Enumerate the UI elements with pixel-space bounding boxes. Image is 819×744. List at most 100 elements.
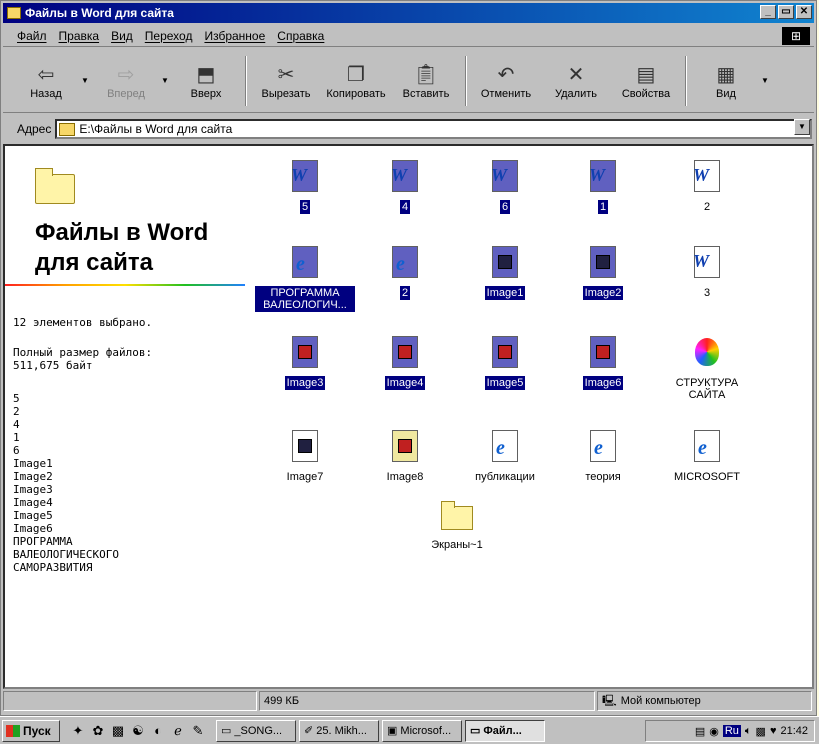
folder-icon: ▭	[470, 725, 481, 737]
undo-button[interactable]: ↶ Отменить	[471, 53, 541, 109]
start-button[interactable]: Пуск	[2, 719, 60, 742]
menu-go[interactable]: Переход	[145, 29, 193, 43]
tray-icon[interactable]: ▤	[695, 725, 705, 738]
file-item[interactable]: e ПРОГРАММА ВАЛЕОЛОГИЧ...	[255, 244, 355, 312]
file-item[interactable]: Image5	[455, 334, 555, 390]
menu-view[interactable]: Вид	[111, 29, 133, 43]
tray-icon[interactable]: ▩	[756, 725, 766, 738]
file-item[interactable]: W4	[355, 158, 455, 214]
file-item[interactable]: Image3	[255, 334, 355, 390]
html-document-icon: e	[389, 244, 421, 280]
forward-arrow-icon: ⇨	[117, 63, 135, 86]
file-item[interactable]: СТРУКТУРА САЙТА	[657, 334, 757, 402]
task-button[interactable]: ▭ Файл...	[465, 719, 545, 742]
menu-edit[interactable]: Правка	[59, 29, 100, 43]
address-label: Адрес	[17, 122, 52, 136]
file-item[interactable]: Image2	[553, 244, 653, 300]
view-button[interactable]: ▦ Вид	[691, 53, 761, 109]
file-item[interactable]: Image4	[355, 334, 455, 390]
task-button[interactable]: ✐ 25. Mikh...	[299, 719, 379, 742]
file-label: Экраны~1	[431, 539, 483, 551]
quick-launch-icon[interactable]: ☯	[130, 723, 146, 739]
file-item[interactable]: W6	[455, 158, 555, 214]
quick-launch-icon[interactable]: ◐	[150, 723, 166, 739]
volume-icon[interactable]: 🔈︎	[745, 725, 752, 738]
scissors-icon: ✂	[277, 63, 295, 86]
address-input[interactable]: E:\Файлы в Word для сайта	[55, 119, 812, 139]
selection-count: 12 элементов выбрано.	[13, 316, 153, 329]
address-value: E:\Файлы в Word для сайта	[79, 122, 233, 136]
properties-icon: ▤	[636, 63, 656, 86]
file-item[interactable]: W3	[657, 244, 757, 300]
menu-help[interactable]: Справка	[277, 29, 324, 43]
toolbar-separator	[685, 55, 687, 106]
folder-icon	[441, 496, 473, 532]
menu-file[interactable]: Файл	[17, 29, 47, 43]
tray-icon[interactable]: ◉	[709, 725, 719, 738]
ie-icon[interactable]: ℯ	[170, 723, 186, 739]
web-view-panel: Файлы в Word для сайта 12 элементов выбр…	[5, 146, 255, 687]
up-button[interactable]: ⬒ Вверх	[171, 53, 241, 109]
tray-icon[interactable]: ♥	[770, 725, 777, 737]
delete-x-icon: ✕	[567, 63, 585, 86]
toolbar-separator	[465, 55, 467, 106]
clock: 21:42	[780, 725, 808, 737]
quick-launch-icon[interactable]: ▩	[110, 723, 126, 739]
file-label: Image3	[284, 376, 326, 390]
close-button[interactable]: ✕	[796, 5, 812, 19]
title-bar[interactable]: Файлы в Word для сайта _ ▭ ✕	[3, 3, 814, 23]
forward-button[interactable]: ⇨ Вперед	[91, 53, 161, 109]
view-dropdown-icon[interactable]: ▼	[761, 76, 771, 85]
file-item[interactable]: Image6	[553, 334, 653, 390]
forward-dropdown-icon[interactable]: ▼	[161, 76, 171, 85]
pen-icon: ✐	[304, 725, 314, 737]
copy-button[interactable]: ❐ Копировать	[321, 53, 391, 109]
back-arrow-icon: ⇦	[37, 63, 55, 86]
minimize-button[interactable]: _	[760, 5, 776, 19]
file-item[interactable]: Image1	[455, 244, 555, 300]
quick-launch: ✦ ✿ ▩ ☯ ◐ ℯ ✎	[70, 723, 206, 739]
file-item[interactable]: Image7	[255, 428, 355, 484]
back-dropdown-icon[interactable]: ▼	[81, 76, 91, 85]
file-label: Image8	[386, 471, 424, 483]
file-item[interactable]: Image8	[355, 428, 455, 484]
file-item[interactable]: Экраны~1	[407, 496, 507, 552]
file-item[interactable]: e публикации	[455, 428, 555, 484]
file-item[interactable]: e теория	[553, 428, 653, 484]
word-document-icon: W	[489, 158, 521, 194]
file-item[interactable]: W2	[657, 158, 757, 214]
up-folder-icon: ⬒	[196, 63, 216, 86]
language-indicator[interactable]: Ru	[722, 725, 741, 737]
task-button[interactable]: ▭ _SONG...	[216, 719, 296, 742]
windows-flag-icon	[6, 724, 20, 737]
maximize-button[interactable]: ▭	[778, 5, 794, 19]
balloon-icon	[691, 334, 723, 370]
task-buttons: ▭ _SONG... ✐ 25. Mikh... ▣ Microsof... ▭ Фай…	[216, 719, 545, 742]
word-document-icon: W	[691, 158, 723, 194]
file-label: Image7	[286, 471, 324, 483]
task-button[interactable]: ▣ Microsof...	[382, 719, 462, 742]
menu-favorites[interactable]: Избранное	[204, 29, 265, 43]
file-label: Image1	[484, 286, 526, 300]
file-item[interactable]: W5	[255, 158, 355, 214]
file-label: Image5	[484, 376, 526, 390]
toolbar: ⇦ Назад ▼ ⇨ Вперед ▼ ⬒ Вверх ✂ Вырезать ❐ Коп…	[3, 49, 814, 113]
status-empty	[3, 691, 257, 711]
back-button[interactable]: ⇦ Назад	[11, 53, 81, 109]
quick-launch-icon[interactable]: ✿	[90, 723, 106, 739]
cut-button[interactable]: ✂ Вырезать	[251, 53, 321, 109]
address-dropdown-button[interactable]: ▼	[794, 119, 810, 135]
image-file-icon	[289, 428, 321, 464]
quick-launch-icon[interactable]: ✦	[70, 723, 86, 739]
folder-title: Файлы в Word для сайта	[35, 219, 209, 276]
quick-launch-icon[interactable]: ✎	[190, 723, 206, 739]
paste-button[interactable]: 📋︎ Вставить	[391, 53, 461, 109]
folder-view: Файлы в Word для сайта 12 элементов выбр…	[3, 144, 814, 689]
paint-image-icon	[389, 428, 421, 464]
properties-button[interactable]: ▤ Свойства	[611, 53, 681, 109]
file-item[interactable]: e MICROSOFT	[657, 428, 757, 484]
file-item[interactable]: e2	[355, 244, 455, 300]
file-item[interactable]: W1	[553, 158, 653, 214]
status-size: 499 КБ	[259, 691, 595, 711]
delete-button[interactable]: ✕ Удалить	[541, 53, 611, 109]
